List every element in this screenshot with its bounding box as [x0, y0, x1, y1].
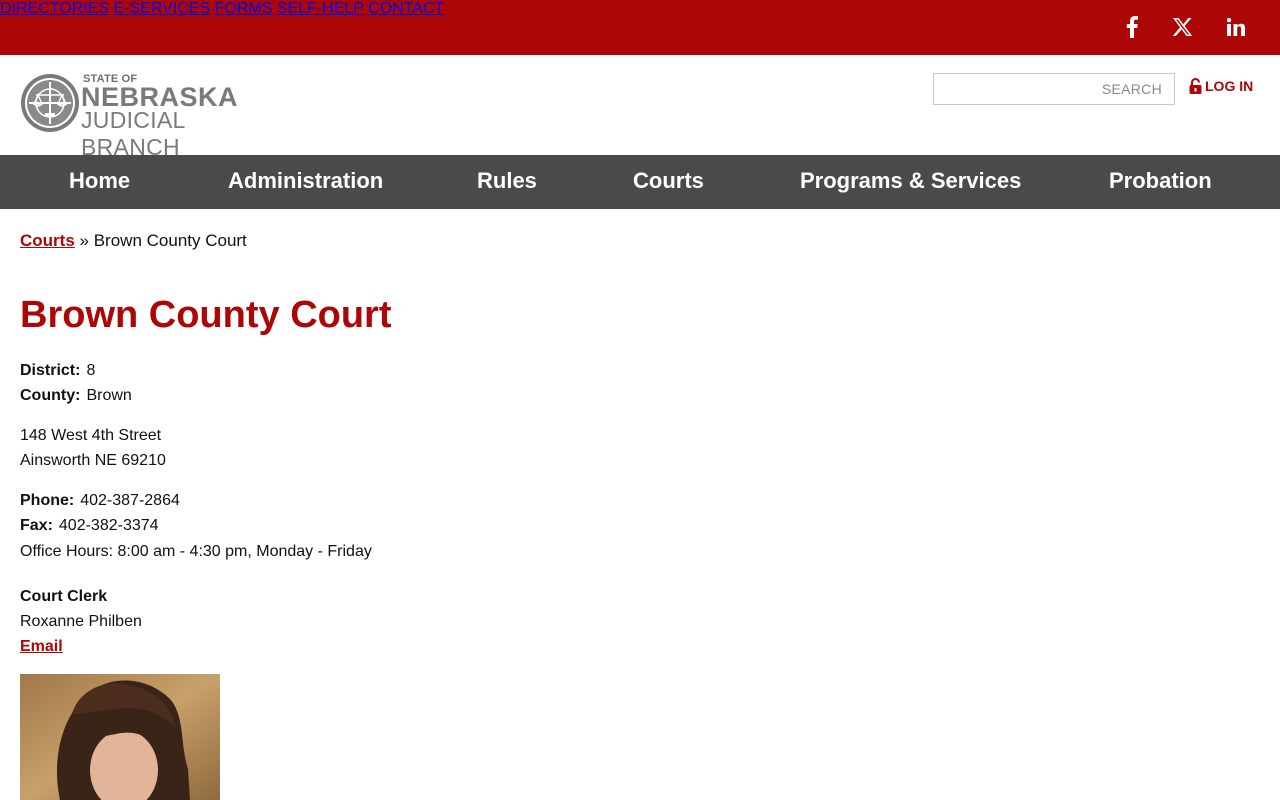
- nav-home[interactable]: Home: [69, 168, 130, 194]
- linkedin-icon[interactable]: [1223, 14, 1249, 40]
- logo-judicial-branch: JUDICIAL BRANCH: [81, 107, 185, 160]
- county-row: County: Brown: [20, 386, 132, 406]
- top-utility-bar: DIRECTORIES E-SERVICES FORMS SELF-HELP C…: [0, 0, 1280, 55]
- page-title: Brown County Court: [20, 294, 392, 336]
- search-input[interactable]: [934, 74, 1174, 104]
- login-link[interactable]: LOG IN: [1189, 78, 1253, 94]
- clerk-email-link[interactable]: Email: [20, 638, 63, 655]
- clerk-portrait-image: [20, 674, 220, 800]
- county-value: Brown: [86, 387, 132, 404]
- fax-label: Fax:: [20, 517, 53, 534]
- clerk-name: Roxanne Philben: [20, 613, 142, 630]
- address-line-1: 148 West 4th Street: [20, 427, 162, 444]
- topnav-directories[interactable]: DIRECTORIES: [0, 0, 109, 17]
- nav-administration[interactable]: Administration: [228, 168, 383, 194]
- phone-row: Phone: 402-387-2864: [20, 491, 180, 511]
- breadcrumb-separator: »: [79, 231, 89, 250]
- nav-courts[interactable]: Courts: [633, 168, 704, 194]
- clerk-heading: Court Clerk: [20, 588, 108, 605]
- clerk-photo: [20, 674, 220, 800]
- x-icon[interactable]: [1170, 14, 1196, 40]
- phone-label: Phone:: [20, 492, 75, 509]
- nav-programs-services[interactable]: Programs & Services: [800, 168, 1021, 194]
- district-value: 8: [86, 362, 96, 379]
- breadcrumb-current: Brown County Court: [93, 231, 247, 250]
- main-nav: Home Administration Rules Courts Program…: [0, 155, 1280, 209]
- office-hours: Office Hours: 8:00 am - 4:30 pm, Monday …: [20, 543, 372, 560]
- nebraska-seal-icon: [21, 74, 79, 132]
- nav-rules[interactable]: Rules: [477, 168, 537, 194]
- search-field[interactable]: [933, 73, 1175, 105]
- topnav-e-services[interactable]: E-SERVICES: [114, 0, 211, 17]
- address-line-2: Ainsworth NE 69210: [20, 452, 166, 469]
- lock-icon: [1189, 78, 1202, 94]
- breadcrumb-courts-link[interactable]: Courts: [20, 231, 75, 250]
- district-row: District: 8: [20, 361, 95, 381]
- phone-value: 402-387-2864: [80, 492, 180, 509]
- topnav-forms[interactable]: FORMS: [215, 0, 273, 17]
- facebook-icon[interactable]: [1119, 14, 1145, 40]
- fax-row: Fax: 402-382-3374: [20, 516, 159, 536]
- county-label: County:: [20, 387, 81, 404]
- topnav-self-help[interactable]: SELF-HELP: [277, 0, 364, 17]
- nav-probation[interactable]: Probation: [1109, 168, 1212, 194]
- site-logo[interactable]: STATE OF NEBRASKA JUDICIAL BRANCH: [20, 72, 278, 160]
- fax-value: 402-382-3374: [58, 517, 159, 534]
- login-label: LOG IN: [1205, 78, 1254, 94]
- breadcrumb: Courts » Brown County Court: [20, 231, 247, 251]
- clerk-email-row: Email: [20, 637, 63, 657]
- topnav-contact[interactable]: CONTACT: [368, 0, 444, 17]
- district-label: District:: [20, 362, 81, 379]
